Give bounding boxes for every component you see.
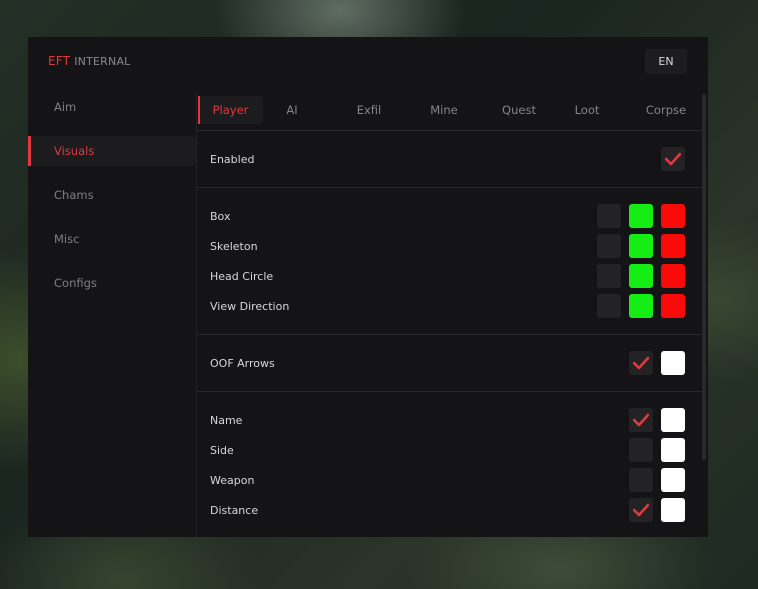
main-window: EFT INTERNAL EN Aim Visuals Chams Misc C… xyxy=(28,37,708,537)
setting-row-distance: Distance xyxy=(197,495,702,525)
setting-row-name: Name xyxy=(197,405,702,435)
brand-secondary: INTERNAL xyxy=(74,55,131,68)
distance-color-swatch[interactable] xyxy=(661,498,685,522)
brand-primary: EFT xyxy=(48,54,71,68)
oof-arrows-checkbox[interactable] xyxy=(629,351,653,375)
tab-exfil[interactable]: Exfil xyxy=(349,96,389,124)
oof-arrows-label: OOF Arrows xyxy=(210,356,275,370)
side-label: Side xyxy=(210,443,234,457)
box-checkbox[interactable] xyxy=(597,204,621,228)
weapon-color-swatch[interactable] xyxy=(661,468,685,492)
sidebar-item-misc[interactable]: Misc xyxy=(28,224,196,254)
checkmark-icon xyxy=(633,413,649,427)
setting-row-enabled: Enabled xyxy=(197,144,702,174)
section-info: Name Side Weapon Distance xyxy=(197,392,702,537)
scrollbar[interactable] xyxy=(702,94,706,460)
box-hidden-color-swatch[interactable] xyxy=(661,204,685,228)
oof-arrows-color-swatch[interactable] xyxy=(661,351,685,375)
tab-loot[interactable]: Loot xyxy=(569,96,605,124)
tab-mine[interactable]: Mine xyxy=(424,96,464,124)
checkmark-icon xyxy=(633,356,649,370)
tab-corpse[interactable]: Corpse xyxy=(641,96,691,124)
checkmark-icon xyxy=(633,503,649,517)
enabled-label: Enabled xyxy=(210,152,255,166)
setting-row-head-circle: Head Circle xyxy=(197,261,702,291)
skeleton-hidden-color-swatch[interactable] xyxy=(661,234,685,258)
side-checkbox[interactable] xyxy=(629,438,653,462)
view-direction-label: View Direction xyxy=(210,299,290,313)
sidebar-item-chams[interactable]: Chams xyxy=(28,180,196,210)
app-title: EFT INTERNAL xyxy=(48,54,131,68)
content-panel: Player AI Exfil Mine Quest Loot Corpse E… xyxy=(196,93,702,537)
setting-row-oof-arrows: OOF Arrows xyxy=(197,348,702,378)
name-color-swatch[interactable] xyxy=(661,408,685,432)
tab-player[interactable]: Player xyxy=(198,96,263,124)
side-color-swatch[interactable] xyxy=(661,438,685,462)
distance-checkbox[interactable] xyxy=(629,498,653,522)
distance-label: Distance xyxy=(210,503,259,517)
view-direction-visible-color-swatch[interactable] xyxy=(629,294,653,318)
section-oof: OOF Arrows xyxy=(197,335,702,392)
view-direction-checkbox[interactable] xyxy=(597,294,621,318)
sidebar-item-aim[interactable]: Aim xyxy=(28,92,196,122)
weapon-checkbox[interactable] xyxy=(629,468,653,492)
skeleton-label: Skeleton xyxy=(210,239,258,253)
box-visible-color-swatch[interactable] xyxy=(629,204,653,228)
view-direction-hidden-color-swatch[interactable] xyxy=(661,294,685,318)
head-circle-hidden-color-swatch[interactable] xyxy=(661,264,685,288)
head-circle-label: Head Circle xyxy=(210,269,274,283)
head-circle-checkbox[interactable] xyxy=(597,264,621,288)
enabled-checkbox[interactable] xyxy=(661,147,685,171)
checkmark-icon xyxy=(665,152,681,166)
name-checkbox[interactable] xyxy=(629,408,653,432)
sidebar-item-configs[interactable]: Configs xyxy=(28,268,196,298)
tab-quest[interactable]: Quest xyxy=(497,96,541,124)
setting-row-box: Box xyxy=(197,201,702,231)
tab-ai[interactable]: AI xyxy=(277,96,307,124)
setting-row-side: Side xyxy=(197,435,702,465)
sidebar-item-visuals[interactable]: Visuals xyxy=(28,136,196,166)
skeleton-visible-color-swatch[interactable] xyxy=(629,234,653,258)
weapon-label: Weapon xyxy=(210,473,255,487)
head-circle-visible-color-swatch[interactable] xyxy=(629,264,653,288)
box-label: Box xyxy=(210,209,231,223)
section-shapes: Box Skeleton Head Circle View Direction xyxy=(197,188,702,335)
language-button[interactable]: EN xyxy=(645,49,687,74)
section-enabled: Enabled xyxy=(197,131,702,188)
setting-row-skeleton: Skeleton xyxy=(197,231,702,261)
setting-row-view-direction: View Direction xyxy=(197,291,702,321)
sidebar: Aim Visuals Chams Misc Configs xyxy=(28,92,196,312)
setting-row-weapon: Weapon xyxy=(197,465,702,495)
skeleton-checkbox[interactable] xyxy=(597,234,621,258)
name-label: Name xyxy=(210,413,243,427)
tab-bar: Player AI Exfil Mine Quest Loot Corpse xyxy=(197,93,702,131)
